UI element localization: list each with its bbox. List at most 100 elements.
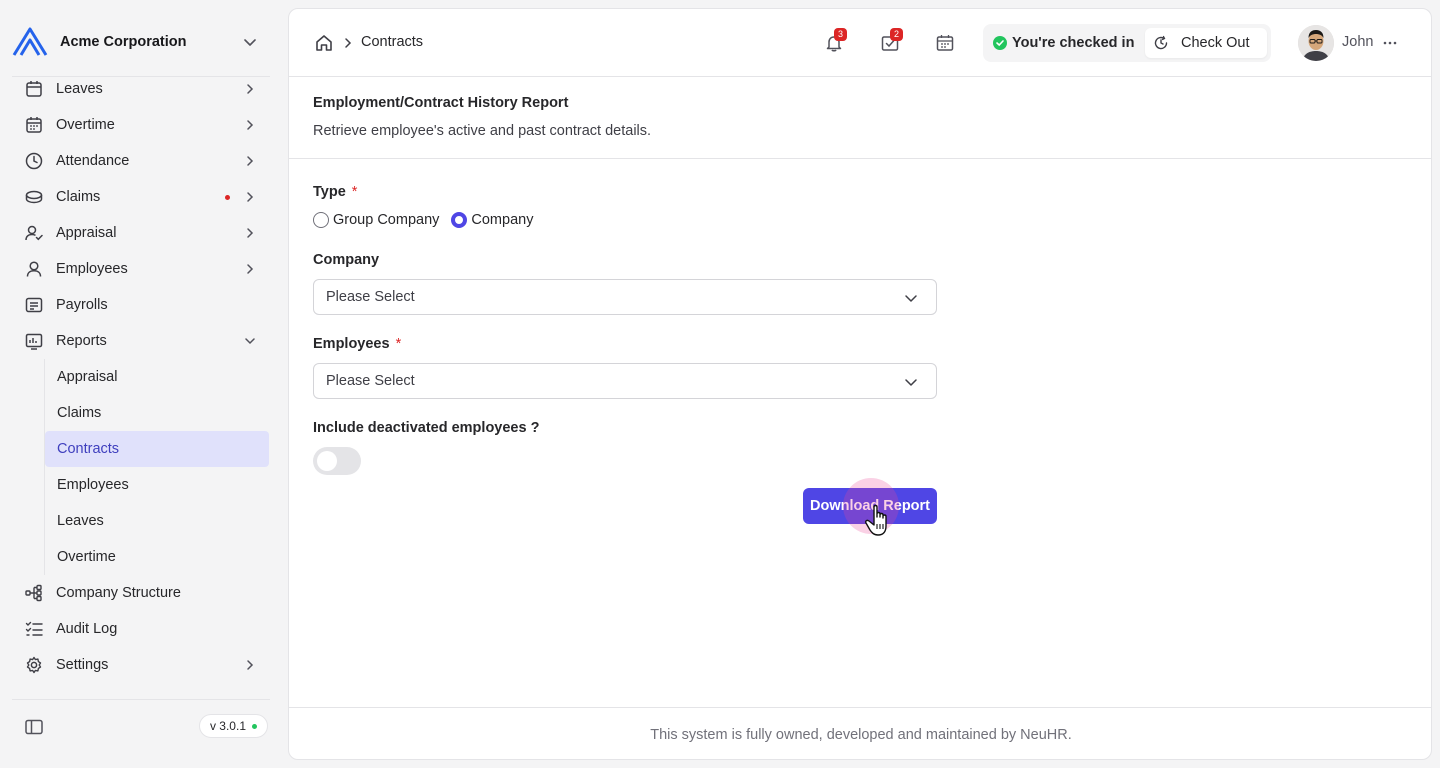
company-select-value: Please Select — [326, 289, 415, 305]
include-deactivated-toggle[interactable] — [313, 447, 361, 475]
chevron-right-icon — [247, 264, 254, 274]
sidebar-subitem-claims[interactable]: Claims — [45, 395, 270, 431]
required-mark: * — [351, 184, 358, 200]
radio-label-company[interactable]: Company — [471, 212, 533, 228]
radio-label-group-company[interactable]: Group Company — [333, 212, 439, 228]
required-mark: * — [395, 336, 402, 352]
toggle-knob — [317, 451, 337, 471]
sidebar-item-label: Claims — [56, 189, 101, 205]
type-radio-group: Group Company Company — [313, 212, 545, 228]
tasks-button[interactable]: 2 — [880, 28, 903, 53]
employees-select[interactable]: Please Select — [313, 363, 937, 399]
sidebar-item-label: Employees — [56, 261, 128, 277]
chevron-right-icon — [345, 38, 352, 48]
sidebar: Acme Corporation Leaves Overtime Attenda… — [0, 0, 280, 768]
employees-label: Employees * — [313, 336, 401, 352]
sidebar-subitem-leaves[interactable]: Leaves — [45, 503, 270, 539]
clock-icon — [24, 151, 44, 171]
sidebar-subitem-contracts[interactable]: Contracts — [45, 431, 269, 467]
page-description: Retrieve employee's active and past cont… — [313, 123, 652, 139]
chevron-down-icon — [905, 295, 917, 302]
sidebar-item-label: Leaves — [56, 81, 103, 97]
report-icon — [24, 331, 44, 351]
download-report-label: Download Report — [809, 498, 931, 514]
report-header: Employment/Contract History Report Retri… — [289, 77, 1431, 159]
version-badge: v 3.0.1 — [198, 714, 268, 738]
reports-submenu: Appraisal Claims Contracts Employees Lea… — [44, 359, 270, 575]
list-check-icon — [24, 619, 44, 639]
version-text: v 3.0.1 — [209, 719, 246, 733]
footer-text: This system is fully owned, developed an… — [650, 726, 1072, 743]
chevron-right-icon — [247, 192, 254, 202]
check-out-label: Check Out — [1181, 35, 1250, 51]
company-select[interactable]: Please Select — [313, 279, 937, 315]
chevron-right-icon — [247, 84, 254, 94]
sidebar-collapse-icon[interactable] — [24, 717, 44, 737]
deactivated-label: Include deactivated employees ? — [313, 420, 540, 436]
sidebar-subitem-appraisal[interactable]: Appraisal — [45, 359, 270, 395]
download-report-button[interactable]: Download Report — [803, 488, 937, 524]
breadcrumb-current: Contracts — [361, 34, 424, 50]
sidebar-item-employees[interactable]: Employees — [12, 251, 270, 287]
checkin-status: You're checked in — [993, 35, 1134, 51]
receipt-icon — [24, 295, 44, 315]
org-chart-icon — [24, 583, 44, 603]
home-icon[interactable] — [314, 33, 334, 53]
task-count-badge: 2 — [890, 28, 903, 41]
main-panel: Contracts 3 2 You're checked in Check Ou… — [288, 8, 1432, 760]
chevron-right-icon — [247, 228, 254, 238]
more-horizontal-icon[interactable] — [1382, 35, 1398, 51]
avatar[interactable] — [1298, 25, 1334, 61]
notifications-button[interactable]: 3 — [824, 28, 847, 53]
company-label: Company — [313, 252, 380, 268]
check-circle-icon — [993, 36, 1007, 50]
radio-company[interactable] — [451, 212, 468, 228]
chevron-down-icon — [905, 379, 917, 386]
checkin-status-text: You're checked in — [1012, 35, 1135, 51]
sidebar-item-company-structure[interactable]: Company Structure — [12, 575, 270, 611]
company-name: Acme Corporation — [60, 34, 187, 50]
alert-dot — [225, 195, 230, 200]
calendar-x-icon — [24, 79, 44, 99]
chevron-down-icon[interactable] — [240, 32, 260, 52]
employees-select-value: Please Select — [326, 373, 415, 389]
calendar-button[interactable] — [935, 33, 955, 53]
sidebar-item-leaves[interactable]: Leaves — [12, 77, 270, 107]
gear-icon — [24, 655, 44, 675]
calendar-icon — [936, 35, 954, 51]
type-label: Type * — [313, 184, 357, 200]
chevron-right-icon — [247, 156, 254, 166]
user-check-icon — [24, 223, 44, 243]
coins-icon — [24, 187, 44, 207]
notification-count-badge: 3 — [834, 28, 847, 41]
sidebar-item-label: Attendance — [56, 153, 130, 169]
sidebar-item-payrolls[interactable]: Payrolls — [12, 287, 270, 323]
sidebar-item-reports[interactable]: Reports — [12, 323, 270, 359]
company-switcher[interactable]: Acme Corporation — [12, 24, 268, 60]
page-footer: This system is fully owned, developed an… — [289, 707, 1431, 759]
chevron-down-icon — [245, 338, 255, 345]
radio-group-company[interactable] — [313, 212, 329, 228]
sidebar-item-claims[interactable]: Claims — [12, 179, 270, 215]
sidebar-subitem-employees[interactable]: Employees — [45, 467, 270, 503]
sidebar-footer: v 3.0.1 — [12, 700, 270, 752]
clock-out-icon — [1154, 35, 1168, 50]
sidebar-item-overtime[interactable]: Overtime — [12, 107, 270, 143]
sidebar-item-label: Overtime — [56, 117, 115, 133]
sidebar-item-label: Audit Log — [56, 621, 118, 637]
sidebar-subitem-overtime[interactable]: Overtime — [45, 539, 270, 575]
attendance-widget: You're checked in Check Out — [983, 24, 1271, 62]
page-title: Employment/Contract History Report — [313, 95, 569, 111]
sidebar-item-attendance[interactable]: Attendance — [12, 143, 270, 179]
user-name[interactable]: John — [1342, 34, 1373, 50]
avatar-image — [1298, 25, 1334, 61]
sidebar-nav: Leaves Overtime Attendance Claims Apprai… — [12, 77, 270, 697]
chevron-right-icon — [247, 660, 254, 670]
sidebar-item-label: Company Structure — [56, 585, 181, 601]
sidebar-item-audit-log[interactable]: Audit Log — [12, 611, 270, 647]
sidebar-item-label: Payrolls — [56, 297, 108, 313]
sidebar-item-appraisal[interactable]: Appraisal — [12, 215, 270, 251]
check-out-button[interactable]: Check Out — [1145, 28, 1267, 58]
sidebar-item-settings[interactable]: Settings — [12, 647, 270, 683]
top-bar: Contracts 3 2 You're checked in Check Ou… — [289, 9, 1431, 77]
